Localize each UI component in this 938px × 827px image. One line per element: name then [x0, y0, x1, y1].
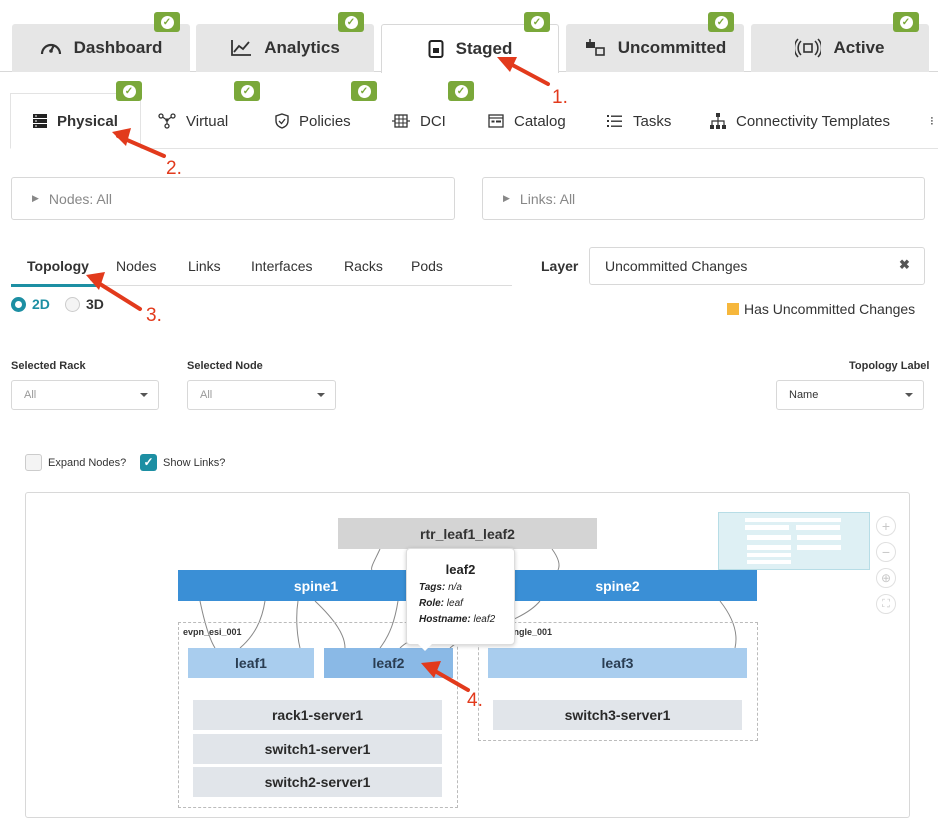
callout-3: 3.	[146, 305, 162, 326]
callout-4: 4.	[467, 690, 483, 711]
arrowhead-2	[112, 128, 131, 146]
arrowhead-4	[421, 661, 441, 678]
callout-2: 2.	[166, 158, 182, 179]
callout-1: 1.	[552, 87, 568, 108]
